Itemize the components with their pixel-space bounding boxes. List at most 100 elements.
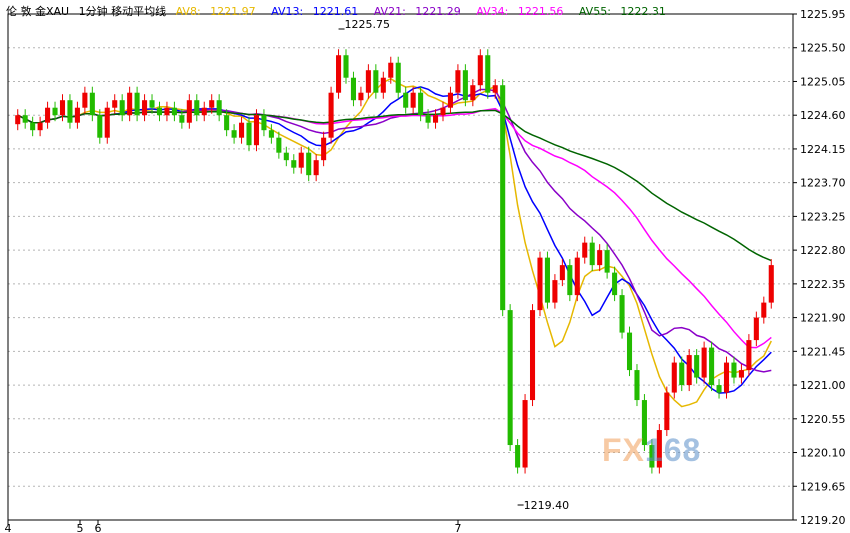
annotation-label: 1219.40 bbox=[524, 499, 570, 512]
candle-up bbox=[59, 100, 66, 116]
ma-line bbox=[17, 109, 772, 262]
candle-down bbox=[612, 272, 618, 296]
candle-up bbox=[447, 92, 453, 108]
candle-down bbox=[694, 355, 700, 378]
candle-up bbox=[380, 77, 386, 93]
candle-down bbox=[709, 347, 715, 386]
candle-down bbox=[350, 77, 357, 101]
candle-down bbox=[716, 385, 722, 393]
y-tick-label: 1221.90 bbox=[800, 312, 846, 325]
candle-down bbox=[604, 250, 610, 273]
candle-up bbox=[597, 250, 603, 266]
y-tick-label: 1220.55 bbox=[800, 413, 846, 426]
candle-up bbox=[328, 92, 334, 138]
candle-up bbox=[112, 100, 118, 108]
candle-down bbox=[373, 70, 379, 93]
ma34-label: AV34: 1221.56 bbox=[476, 5, 564, 18]
candle-up bbox=[432, 115, 439, 123]
candle-up bbox=[37, 122, 43, 131]
candle-up bbox=[142, 100, 148, 116]
y-tick-label: 1224.60 bbox=[800, 109, 846, 122]
moving-average-lines bbox=[17, 77, 772, 408]
candle-up bbox=[582, 242, 588, 258]
candle-down bbox=[507, 310, 513, 446]
candle-down bbox=[89, 92, 95, 116]
candle-down bbox=[52, 107, 58, 116]
candle-up bbox=[239, 122, 245, 138]
candle-up bbox=[477, 55, 483, 86]
candle-down bbox=[544, 257, 550, 303]
y-tick-label: 1223.70 bbox=[800, 177, 846, 190]
y-tick-label: 1225.95 bbox=[800, 8, 846, 21]
candles bbox=[15, 49, 774, 474]
candle-up bbox=[738, 370, 744, 378]
candle-up bbox=[253, 115, 260, 146]
candle-down bbox=[67, 100, 73, 123]
candle-up bbox=[686, 355, 692, 386]
y-tick-label: 1219.20 bbox=[800, 514, 846, 527]
candle-up bbox=[574, 257, 580, 296]
candle-up bbox=[388, 62, 394, 78]
ma-line bbox=[17, 77, 772, 408]
candle-up bbox=[492, 85, 498, 93]
candle-up bbox=[358, 92, 364, 101]
y-tick-label: 1219.65 bbox=[800, 480, 846, 493]
candle-up bbox=[746, 340, 752, 371]
candle-up bbox=[15, 115, 21, 125]
candle-down bbox=[156, 107, 163, 116]
ma-line bbox=[17, 107, 772, 349]
candle-up bbox=[298, 152, 304, 168]
price-axis: 1225.95 1225.50 1225.05 1224.60 1224.15 1223.… bbox=[793, 8, 846, 527]
x-tick-label: 4 bbox=[5, 522, 12, 533]
candle-up bbox=[455, 70, 461, 93]
candle-down bbox=[216, 100, 222, 116]
y-tick-label: 1221.45 bbox=[800, 345, 846, 358]
y-tick-label: 1222.35 bbox=[800, 278, 846, 291]
ma13-label: AV13: 1221.61 bbox=[271, 5, 359, 18]
annotation-label: 1225.75 bbox=[345, 18, 391, 31]
candle-up bbox=[82, 92, 88, 108]
candle-down bbox=[589, 242, 595, 266]
candle-up bbox=[164, 107, 170, 116]
candle-up bbox=[529, 310, 536, 401]
candle-up bbox=[537, 257, 543, 311]
candle-up bbox=[552, 280, 558, 303]
candle-down bbox=[30, 122, 36, 131]
candle-up bbox=[186, 100, 192, 123]
candle-up bbox=[701, 347, 707, 378]
candle-up bbox=[410, 92, 416, 108]
y-tick-label: 1225.50 bbox=[800, 42, 846, 55]
candle-up bbox=[768, 265, 774, 303]
candle-up bbox=[74, 107, 80, 123]
candle-down bbox=[291, 160, 297, 168]
candle-down bbox=[224, 115, 230, 131]
watermark-logo: FX168 bbox=[602, 432, 702, 468]
candle-up bbox=[470, 85, 476, 101]
candle-down bbox=[731, 362, 737, 378]
candle-up bbox=[127, 92, 133, 116]
candle-up bbox=[336, 55, 342, 93]
x-tick-label: 5 bbox=[77, 522, 84, 533]
candle-up bbox=[104, 107, 110, 138]
candle-down bbox=[194, 100, 200, 116]
candle-up bbox=[761, 302, 767, 318]
candle-down bbox=[679, 362, 685, 386]
symbol-label: 伦 敦 金XAU bbox=[6, 5, 70, 18]
candle-down bbox=[500, 85, 506, 311]
candle-down bbox=[515, 445, 521, 468]
candle-down bbox=[276, 137, 282, 153]
candle-up bbox=[522, 400, 528, 468]
y-tick-label: 1223.25 bbox=[800, 210, 846, 223]
time-axis: 4 56 7 bbox=[5, 520, 462, 533]
candle-down bbox=[283, 152, 289, 161]
candle-up bbox=[723, 362, 730, 393]
candle-down bbox=[485, 55, 491, 93]
candle-down bbox=[619, 295, 625, 333]
y-tick-label: 1220.10 bbox=[800, 447, 846, 460]
y-tick-label: 1224.15 bbox=[800, 143, 846, 156]
ma8-label: AV8: 1221.97 bbox=[175, 5, 256, 18]
candle-down bbox=[634, 370, 640, 401]
candle-down bbox=[403, 92, 409, 108]
candle-down bbox=[97, 115, 103, 138]
ma55-label: AV55: 1222.31 bbox=[578, 5, 666, 18]
